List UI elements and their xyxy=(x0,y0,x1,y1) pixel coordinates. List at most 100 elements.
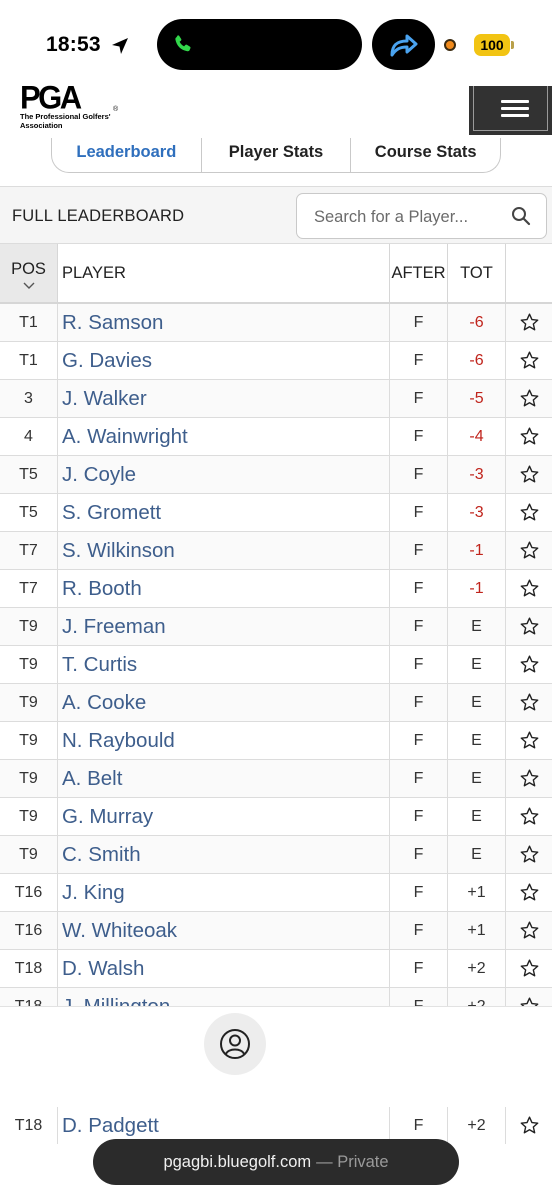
total-score-cell: -6 xyxy=(448,304,506,341)
menu-icon xyxy=(501,114,529,117)
search-icon[interactable] xyxy=(511,206,531,226)
star-icon xyxy=(520,427,538,445)
favorite-button[interactable] xyxy=(506,874,552,911)
player-name-link[interactable]: J. Millington xyxy=(58,988,390,1006)
table-row[interactable]: T18 J. Millington F +2 xyxy=(0,988,552,1006)
star-icon xyxy=(520,1116,538,1134)
favorite-button[interactable] xyxy=(506,912,552,949)
star-icon xyxy=(520,617,538,635)
position-cell: 4 xyxy=(0,418,58,455)
table-row[interactable]: T1 G. Davies F -6 xyxy=(0,342,552,380)
position-cell: T9 xyxy=(0,646,58,683)
favorite-button[interactable] xyxy=(506,608,552,645)
player-name-link[interactable]: A. Cooke xyxy=(58,684,390,721)
total-score-cell: E xyxy=(448,646,506,683)
table-row[interactable]: T9 G. Murray F E xyxy=(0,798,552,836)
table-row[interactable]: T9 N. Raybould F E xyxy=(0,722,552,760)
table-row[interactable]: T5 S. Gromett F -3 xyxy=(0,494,552,532)
position-cell: T18 xyxy=(0,988,58,1006)
favorite-button[interactable] xyxy=(506,988,552,1006)
star-icon xyxy=(520,769,538,787)
table-row[interactable]: 3 J. Walker F -5 xyxy=(0,380,552,418)
total-score-cell: -3 xyxy=(448,456,506,493)
favorite-button[interactable] xyxy=(506,380,552,417)
favorite-button[interactable] xyxy=(506,836,552,873)
favorite-button[interactable] xyxy=(506,456,552,493)
after-cell: F xyxy=(390,798,448,835)
favorite-button[interactable] xyxy=(506,304,552,341)
player-name-link[interactable]: R. Samson xyxy=(58,304,390,341)
tab-course-stats[interactable]: Course Stats xyxy=(351,138,500,172)
favorite-button[interactable] xyxy=(506,418,552,455)
table-row[interactable]: T7 S. Wilkinson F -1 xyxy=(0,532,552,570)
column-header-pos[interactable]: POS xyxy=(0,244,58,302)
player-name-link[interactable]: N. Raybould xyxy=(58,722,390,759)
status-bar: 18:53 100 xyxy=(0,0,552,86)
table-row[interactable]: T16 J. King F +1 xyxy=(0,874,552,912)
table-row[interactable]: T5 J. Coyle F -3 xyxy=(0,456,552,494)
player-name-link[interactable]: A. Wainwright xyxy=(58,418,390,455)
dynamic-island-activity[interactable] xyxy=(372,19,435,70)
player-name-link[interactable]: J. Freeman xyxy=(58,608,390,645)
player-name-link[interactable]: J. Coyle xyxy=(58,456,390,493)
table-row[interactable]: T1 R. Samson F -6 xyxy=(0,304,552,342)
player-name-link[interactable]: J. Walker xyxy=(58,380,390,417)
column-header-tot[interactable]: TOT xyxy=(448,244,506,302)
table-row[interactable]: T9 C. Smith F E xyxy=(0,836,552,874)
table-row[interactable]: T9 J. Freeman F E xyxy=(0,608,552,646)
table-row[interactable]: T9 T. Curtis F E xyxy=(0,646,552,684)
tab-leaderboard[interactable]: Leaderboard xyxy=(52,138,202,172)
favorite-button[interactable] xyxy=(506,494,552,531)
phone-icon xyxy=(175,35,191,52)
favorite-button[interactable] xyxy=(506,798,552,835)
column-header-player[interactable]: PLAYER xyxy=(58,244,390,302)
total-score-cell: E xyxy=(448,798,506,835)
table-row[interactable]: T16 W. Whiteoak F +1 xyxy=(0,912,552,950)
battery-icon: 100 xyxy=(474,34,510,56)
leaderboard-header: FULL LEADERBOARD Search for a Player... xyxy=(0,186,552,244)
player-name-link[interactable]: D. Walsh xyxy=(58,950,390,987)
favorite-button[interactable] xyxy=(506,950,552,987)
player-name-link[interactable]: J. King xyxy=(58,874,390,911)
dynamic-island-call[interactable] xyxy=(157,19,362,70)
favorite-button[interactable] xyxy=(506,342,552,379)
tab-player-stats[interactable]: Player Stats xyxy=(202,138,352,172)
redirect-arrow-icon xyxy=(390,34,418,57)
table-row[interactable]: T18 D. Walsh F +2 xyxy=(0,950,552,988)
position-cell: T16 xyxy=(0,874,58,911)
player-name-link[interactable]: C. Smith xyxy=(58,836,390,873)
total-score-cell: E xyxy=(448,684,506,721)
player-name-link[interactable]: W. Whiteoak xyxy=(58,912,390,949)
column-label-pos: POS xyxy=(11,260,46,278)
table-row[interactable]: T7 R. Booth F -1 xyxy=(0,570,552,608)
player-name-link[interactable]: R. Booth xyxy=(58,570,390,607)
favorite-button[interactable] xyxy=(506,570,552,607)
star-icon xyxy=(520,503,538,521)
hamburger-menu-button[interactable] xyxy=(469,86,552,135)
favorite-button[interactable] xyxy=(506,760,552,797)
favorite-button[interactable] xyxy=(506,684,552,721)
star-icon xyxy=(520,997,538,1006)
player-name-link[interactable]: T. Curtis xyxy=(58,646,390,683)
column-header-after[interactable]: AFTER xyxy=(390,244,448,302)
favorite-button[interactable] xyxy=(506,722,552,759)
position-cell: T9 xyxy=(0,760,58,797)
favorite-button[interactable] xyxy=(506,1107,552,1144)
table-row[interactable]: T9 A. Cooke F E xyxy=(0,684,552,722)
player-name-link[interactable]: S. Gromett xyxy=(58,494,390,531)
table-row[interactable]: 4 A. Wainwright F -4 xyxy=(0,418,552,456)
favorite-button[interactable] xyxy=(506,532,552,569)
table-row[interactable]: T9 A. Belt F E xyxy=(0,760,552,798)
player-name-link[interactable]: G. Murray xyxy=(58,798,390,835)
player-search-input[interactable]: Search for a Player... xyxy=(296,193,547,239)
player-name-link[interactable]: S. Wilkinson xyxy=(58,532,390,569)
player-name-link[interactable]: A. Belt xyxy=(58,760,390,797)
player-name-link[interactable]: G. Davies xyxy=(58,342,390,379)
after-cell: F xyxy=(390,988,448,1006)
browser-url-bar[interactable]: pgagbi.bluegolf.com — Private xyxy=(93,1139,459,1185)
total-score-cell: -5 xyxy=(448,380,506,417)
after-cell: F xyxy=(390,494,448,531)
pga-logo[interactable]: PGA ® The Professional Golfers' Associat… xyxy=(20,81,120,132)
account-button[interactable] xyxy=(204,1013,266,1075)
favorite-button[interactable] xyxy=(506,646,552,683)
